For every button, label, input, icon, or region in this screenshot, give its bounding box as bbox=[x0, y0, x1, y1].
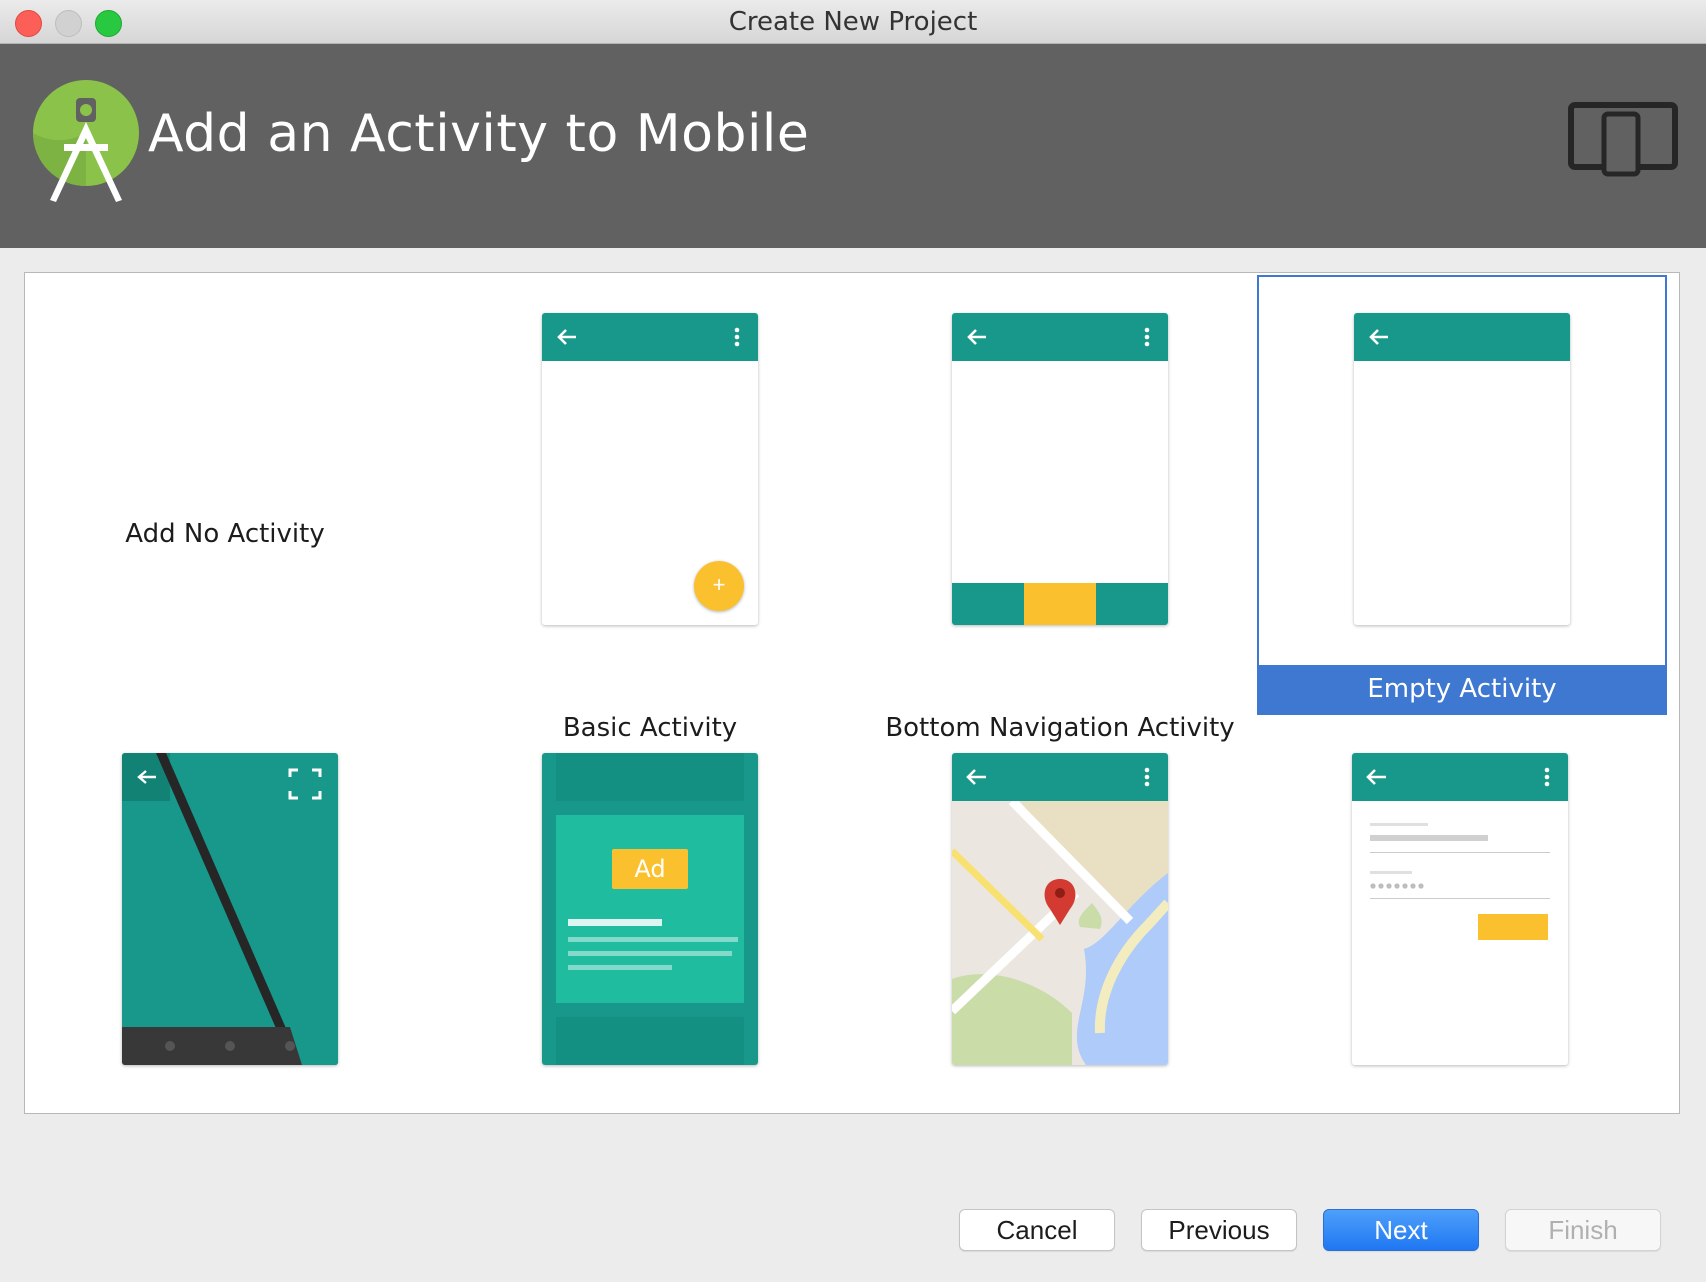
previous-button[interactable]: Previous bbox=[1141, 1209, 1297, 1251]
back-arrow-icon bbox=[557, 329, 576, 345]
ad-badge: Ad bbox=[634, 855, 666, 883]
wizard-header: Add an Activity to Mobile bbox=[0, 44, 1706, 248]
template-maps-activity[interactable] bbox=[865, 753, 1255, 1083]
template-label: Add No Activity bbox=[125, 519, 325, 549]
template-preview bbox=[1354, 313, 1570, 625]
finish-button[interactable]: Finish bbox=[1505, 1209, 1661, 1251]
template-label: Basic Activity bbox=[562, 713, 738, 743]
map-preview bbox=[952, 753, 1168, 1065]
android-studio-logo-icon bbox=[33, 80, 139, 202]
template-basic-activity[interactable]: + Basic Activity bbox=[455, 313, 845, 743]
preview-app-bar bbox=[542, 313, 758, 361]
template-login-activity[interactable] bbox=[1275, 753, 1665, 1083]
template-label: Bottom Navigation Activity bbox=[885, 713, 1235, 743]
template-label: Empty Activity bbox=[1259, 665, 1665, 713]
page-title: Add an Activity to Mobile bbox=[148, 104, 810, 164]
ad-preview bbox=[542, 753, 758, 1065]
back-arrow-icon bbox=[1369, 329, 1388, 345]
preview-app-bar bbox=[1354, 313, 1570, 361]
fullscreen-preview bbox=[122, 753, 338, 1065]
window-title: Create New Project bbox=[728, 7, 978, 37]
overflow-menu-icon bbox=[734, 327, 740, 347]
template-add-no-activity[interactable]: Add No Activity bbox=[45, 313, 405, 697]
template-preview bbox=[952, 313, 1168, 625]
fab-icon: + bbox=[694, 561, 744, 611]
tablet-phone-icon[interactable] bbox=[1568, 102, 1678, 178]
login-preview bbox=[1352, 753, 1568, 1065]
overflow-menu-icon bbox=[1144, 327, 1150, 347]
window-titlebar: Create New Project bbox=[0, 0, 1706, 44]
preview-app-bar bbox=[952, 313, 1168, 361]
cancel-button[interactable]: Cancel bbox=[959, 1209, 1115, 1251]
template-empty-activity[interactable]: Empty Activity bbox=[1257, 275, 1667, 715]
template-fullscreen-activity[interactable] bbox=[45, 753, 435, 1083]
template-admob-activity[interactable]: Ad bbox=[455, 753, 845, 1083]
template-preview: + bbox=[542, 313, 758, 625]
back-arrow-icon bbox=[967, 329, 986, 345]
template-bottom-navigation-activity[interactable]: Bottom Navigation Activity bbox=[865, 313, 1255, 743]
next-button[interactable]: Next bbox=[1323, 1209, 1479, 1251]
preview-bottom-navigation bbox=[952, 583, 1168, 625]
activity-template-gallery: Add No Activity + Basic Activity Bottom … bbox=[24, 272, 1680, 1114]
